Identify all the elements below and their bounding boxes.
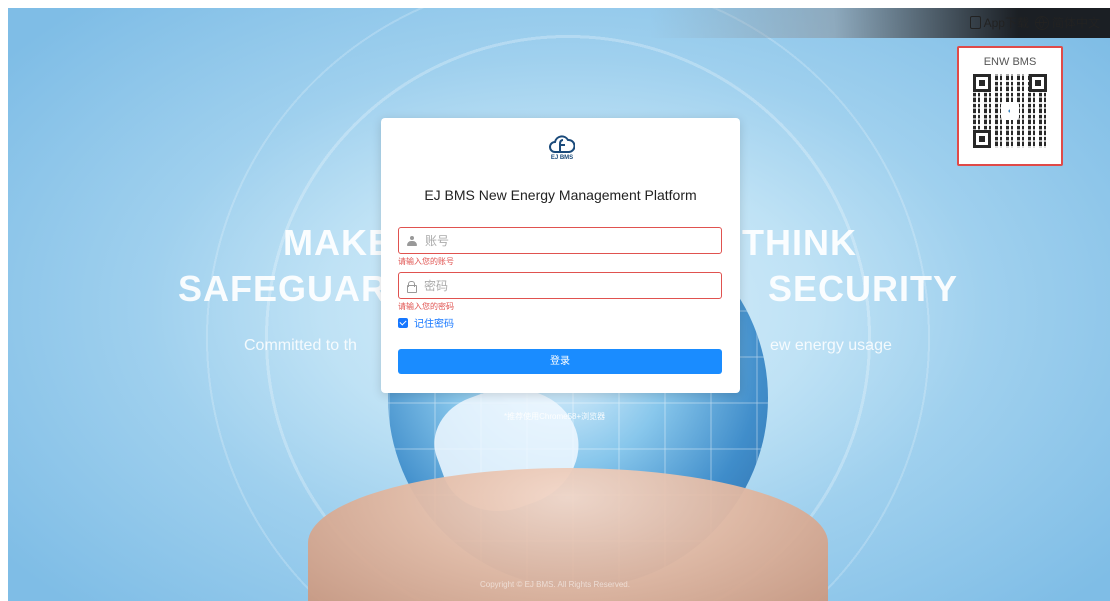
cloud-logo-icon [549,135,575,153]
subslogan-left: Committed to th [244,337,357,354]
subslogan-right: ew energy usage [770,337,892,354]
lock-icon [407,280,417,293]
top-bar: App下载 简体中文 [969,14,1100,31]
slogan-line2-left: SAFEGUAR [178,268,389,309]
login-title: EJ BMS New Energy Management Platform [424,187,697,203]
qr-title: ENW BMS [983,56,1037,68]
password-input[interactable] [422,277,706,294]
qr-code-card: ENW BMS ◐ [957,46,1063,166]
checkbox-checked-icon[interactable] [398,317,408,328]
username-error: 请输入您的账号 [398,257,454,266]
username-field[interactable] [398,227,722,254]
copyright-text: Copyright © EJ BMS. All Rights Reserved. [480,580,630,589]
browser-recommendation: *推荐使用Chrome58+浏览器 [504,412,606,421]
qr-code-image: ◐ [973,74,1047,148]
phone-icon [969,16,981,29]
language-label: 简体中文 [1051,16,1100,30]
password-field[interactable] [398,272,722,299]
app-download-label: App下载 [983,16,1029,30]
globe-icon [1034,15,1049,30]
language-switcher[interactable]: 简体中文 [1034,14,1100,31]
username-input[interactable] [423,232,707,249]
password-error: 请输入您的密码 [398,302,454,311]
logo-text: EJ BMS [550,155,574,161]
login-card: EJ BMS EJ BMS New Energy Management Plat… [381,118,740,393]
slogan-line1-left: MAKE [283,222,393,263]
user-icon [407,235,417,246]
slogan-line1-right: THINK [742,222,857,263]
login-button[interactable]: 登录 [398,349,722,374]
brand-logo: EJ BMS [542,134,582,170]
app-download-link[interactable]: App下载 [969,14,1029,31]
qr-logo-icon: ◐ [1001,102,1019,120]
remember-password-checkbox[interactable]: 记住密码 [398,315,454,330]
slogan-line2-right: SECURITY [768,268,959,309]
remember-label: 记住密码 [414,319,454,330]
